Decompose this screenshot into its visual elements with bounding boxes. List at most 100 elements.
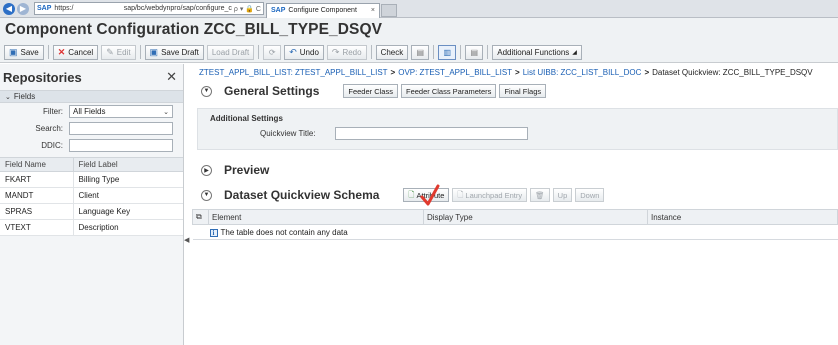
page-title: Component Configuration ZCC_BILL_TYPE_DS… [5, 21, 383, 38]
search-input[interactable] [69, 122, 173, 135]
filter-select[interactable]: All Fields ⌄ [69, 105, 173, 118]
refresh-button[interactable]: ⟳ [263, 44, 282, 60]
forward-arrow-icon[interactable]: ▶ [17, 2, 29, 15]
preview-header: ▶ Preview [192, 159, 838, 181]
column-header-field-name[interactable]: Field Name [0, 157, 74, 172]
table-row[interactable]: SPRAS Language Key [0, 203, 183, 220]
browser-bar: ◀ ▶ SAP https:/ sap/bc/webdynpro/sap/con… [0, 0, 838, 18]
layout-list-button[interactable]: ▤ [411, 44, 430, 60]
field-name-cell[interactable]: SPRAS [0, 203, 74, 220]
schema-title: Dataset Quickview Schema [224, 188, 380, 202]
column-header-element[interactable]: Element [208, 209, 424, 225]
toolbar-divider [487, 45, 489, 59]
back-arrow-icon[interactable]: ◀ [3, 2, 15, 15]
final-flags-button[interactable]: Final Flags [499, 84, 547, 98]
toolbar-divider [258, 45, 260, 59]
ddic-input[interactable] [69, 139, 173, 152]
breadcrumb-current: Dataset Quickview: ZCC_BILL_TYPE_DSQV [652, 67, 813, 77]
column-header-display-type[interactable]: Display Type [423, 209, 648, 225]
breadcrumb-link[interactable]: OVP: ZTEST_APPL_BILL_LIST [398, 68, 512, 77]
page-header: Component Configuration ZCC_BILL_TYPE_DS… [0, 18, 838, 42]
tab-close-icon[interactable]: × [371, 7, 375, 14]
cancel-button[interactable]: ✕ Cancel [52, 44, 99, 60]
quickview-title-input[interactable] [335, 127, 528, 140]
toolbar-divider [139, 45, 141, 59]
additional-settings-panel: Additional Settings Quickview Title: [197, 108, 838, 150]
table-row[interactable]: VTEXT Description [0, 219, 183, 236]
table-header-row: ⧉ Element Display Type Instance [192, 209, 838, 225]
launchpad-icon: 🗋 [457, 189, 464, 199]
repositories-title: Repositories [3, 69, 82, 85]
breadcrumb-link[interactable]: List UIBB: ZCC_LIST_BILL_DOC [523, 68, 642, 77]
filter-row: Filter: All Fields ⌄ [0, 103, 183, 120]
browser-tab[interactable]: SAP Configure Component × [266, 2, 380, 18]
column-header-field-label[interactable]: Field Label [73, 157, 183, 172]
column-header-instance[interactable]: Instance [647, 209, 838, 225]
chevron-down-icon: ⌄ [5, 93, 11, 101]
search-label: Search: [35, 124, 63, 133]
edit-button[interactable]: ✎ Edit [101, 44, 136, 60]
breadcrumb-link[interactable]: ZTEST_APPL_BILL_LIST: ZTEST_APPL_BILL_LI… [199, 68, 388, 77]
table-row[interactable]: FKART Billing Type [0, 171, 183, 188]
launchpad-entry-button[interactable]: 🗋 Launchpad Entry [452, 188, 528, 202]
pencil-icon: ✎ [106, 46, 114, 57]
undo-icon: ↶ [289, 46, 297, 57]
address-bar[interactable]: SAP https:/ sap/bc/webdynpro/sap/configu… [34, 2, 264, 15]
redo-button[interactable]: ↷ Redo [326, 44, 367, 60]
load-draft-button[interactable]: Load Draft [206, 44, 255, 60]
refresh-icon: ⟳ [268, 47, 276, 57]
down-button[interactable]: Down [575, 188, 605, 202]
toolbar-divider [460, 45, 462, 59]
feeder-class-parameters-button[interactable]: Feeder Class Parameters [400, 84, 497, 98]
configuration-area: ZTEST_APPL_BILL_LIST: ZTEST_APPL_BILL_LI… [192, 64, 838, 345]
undo-button[interactable]: ↶ Undo [284, 44, 324, 60]
breadcrumb-separator: > [390, 67, 396, 77]
empty-table-row: i The table does not contain any data [192, 224, 838, 240]
layout-list-icon: ▤ [416, 47, 425, 57]
field-label-cell[interactable]: Description [73, 219, 183, 236]
schema-table: ⧉ Element Display Type Instance i The tab… [192, 209, 838, 240]
schema-header: ▼ Dataset Quickview Schema 🗋 Attribute 🗋… [192, 184, 838, 206]
table-row[interactable]: MANDT Client [0, 187, 183, 204]
new-tab-button[interactable] [381, 3, 397, 17]
save-icon: ▣ [9, 46, 18, 57]
collapse-panel-icon[interactable]: ◀ [184, 236, 191, 245]
save-button[interactable]: ▣ Save [4, 44, 44, 60]
field-label-cell[interactable]: Language Key [73, 203, 183, 220]
collapse-toggle-icon[interactable]: ▼ [201, 189, 212, 201]
additional-functions-button[interactable]: Additional Functions ◢ [492, 44, 582, 60]
fields-label: Fields [13, 92, 36, 101]
layout-columns-button[interactable]: ▥ [438, 44, 457, 60]
quickview-title-label: Quickview Title: [260, 129, 316, 138]
repositories-header: Repositories ✕ [0, 64, 183, 90]
field-label-cell[interactable]: Billing Type [73, 171, 183, 188]
breadcrumb-separator: > [515, 67, 520, 77]
preview-title: Preview [224, 163, 270, 177]
info-icon: i [209, 228, 218, 237]
fields-table: Field Name Field Label FKART Billing Typ… [0, 157, 183, 236]
up-button[interactable]: Up [552, 188, 573, 202]
dropdown-icon: ◢ [572, 49, 577, 56]
expand-toggle-icon[interactable]: ▶ [201, 164, 212, 176]
trash-icon: 🗑 [535, 190, 545, 200]
add-attribute-icon: 🗋 [408, 189, 415, 199]
address-controls[interactable]: ρ ▾ 🔒 C [234, 5, 261, 13]
save-draft-button[interactable]: ▣ Save Draft [144, 44, 204, 60]
fields-tray-header[interactable]: ⌄ Fields [0, 90, 183, 103]
select-all-icon[interactable]: ⧉ [192, 209, 209, 225]
delete-button[interactable]: 🗑 [530, 188, 550, 202]
collapse-toggle-icon[interactable]: ▼ [201, 85, 212, 97]
field-name-cell[interactable]: FKART [0, 171, 74, 188]
field-name-cell[interactable]: VTEXT [0, 219, 74, 236]
general-settings-title: General Settings [224, 84, 320, 98]
sap-logo-icon: SAP [37, 5, 52, 12]
table-header-row: Field Name Field Label [0, 157, 183, 172]
chevron-down-icon: ⌄ [163, 108, 169, 116]
layout-panel-button[interactable]: ▤ [465, 44, 484, 60]
close-icon[interactable]: ✕ [166, 69, 177, 85]
main-toolbar: ▣ Save ✕ Cancel ✎ Edit ▣ Save Draft Load Dra… [0, 42, 838, 63]
field-label-cell[interactable]: Client [73, 187, 183, 204]
feeder-class-button[interactable]: Feeder Class [343, 84, 398, 98]
check-button[interactable]: Check [375, 44, 409, 60]
field-name-cell[interactable]: MANDT [0, 187, 74, 204]
